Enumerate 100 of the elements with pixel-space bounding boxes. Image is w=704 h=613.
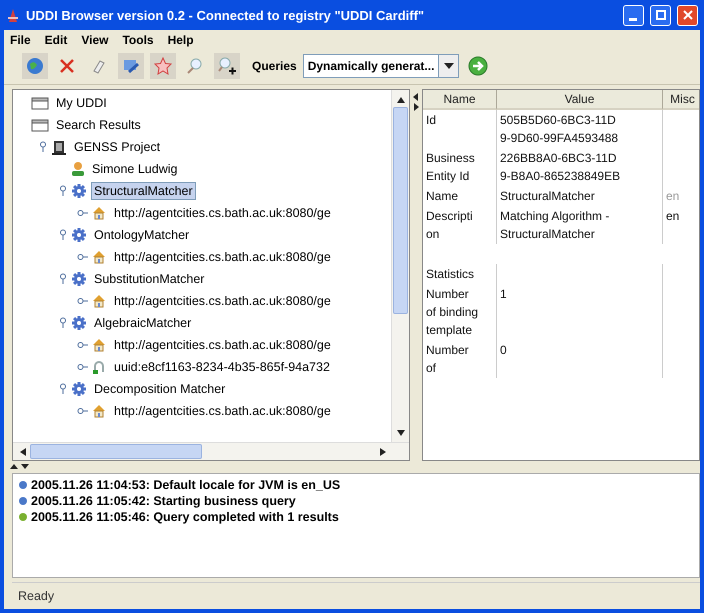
tree-item[interactable]: Decomposition Matcher <box>91 380 228 398</box>
zoom-in-button[interactable] <box>214 53 240 79</box>
tree-item[interactable]: http://agentcities.cs.bath.ac.uk:8080/ge <box>111 336 334 354</box>
maximize-button[interactable] <box>650 4 671 26</box>
tree-item[interactable]: Simone Ludwig <box>89 160 180 178</box>
log-message: 2005.11.26 11:05:46: Query completed with 1 results <box>31 510 339 524</box>
arrow-right-icon <box>468 56 488 76</box>
table-cell: 505B5D60-6BC3-11D 9-9D60-99FA4593488 <box>497 110 663 148</box>
queries-dropdown[interactable]: Dynamically generat... <box>302 54 460 78</box>
house-icon <box>91 249 107 265</box>
tree-item[interactable]: SubstitutionMatcher <box>91 270 208 288</box>
search-icon <box>186 57 204 75</box>
column-header[interactable]: Name <box>423 90 497 110</box>
gear-icon <box>71 183 87 199</box>
column-header[interactable]: Misc <box>663 90 699 110</box>
close-button[interactable] <box>677 4 698 26</box>
link-icon <box>91 359 107 375</box>
expanded-handle-icon[interactable] <box>57 229 69 241</box>
queries-label: Queries <box>252 59 297 73</box>
cross-icon <box>58 57 76 75</box>
scroll-left-icon[interactable] <box>18 448 26 456</box>
gear-icon <box>71 315 87 331</box>
menu-item[interactable]: View <box>81 33 108 47</box>
star-icon <box>153 56 173 76</box>
table-cell: en <box>663 186 699 206</box>
folder-icon <box>31 96 49 110</box>
table-cell: Descripti on <box>423 206 497 244</box>
expanded-handle-icon[interactable] <box>37 141 49 153</box>
tree-item[interactable]: Search Results <box>53 116 144 134</box>
tree-item[interactable]: My UDDI <box>53 94 110 112</box>
collapsed-handle-icon[interactable] <box>77 405 89 417</box>
table-cell: Name <box>423 186 497 206</box>
star-button[interactable] <box>150 53 176 79</box>
tree-item[interactable]: http://agentcities.cs.bath.ac.uk:8080/ge <box>111 292 334 310</box>
publish-button[interactable] <box>118 53 144 79</box>
gear-icon <box>71 381 87 397</box>
collapsed-handle-icon[interactable] <box>77 251 89 263</box>
window-title: UDDI Browser version 0.2 - Connected to registry "UDDI Cardiff" <box>26 8 426 22</box>
tree-item[interactable]: GENSS Project <box>71 138 164 156</box>
tree-item[interactable]: uuid:e8cf1163-8234-4b35-865f-94a732 <box>111 358 333 376</box>
scroll-up-icon[interactable] <box>396 94 404 102</box>
gear-icon <box>71 271 87 287</box>
status-text: Ready <box>18 589 54 603</box>
house-icon <box>91 403 107 419</box>
menu-item[interactable]: Help <box>168 33 194 47</box>
table-cell: StructuralMatcher <box>497 186 663 206</box>
menu-item[interactable]: File <box>10 33 31 47</box>
app-icon <box>6 7 20 23</box>
tree-item[interactable]: AlgebraicMatcher <box>91 314 194 332</box>
scroll-down-icon[interactable] <box>396 430 404 438</box>
tree-item[interactable]: OntologyMatcher <box>91 226 192 244</box>
close-icon <box>682 10 692 20</box>
globe-icon <box>25 56 45 76</box>
collapsed-handle-icon[interactable] <box>77 361 89 373</box>
table-cell: 226BB8A0-6BC3-11D 9-B8A0-865238849EB <box>497 148 663 186</box>
collapse-right-icon[interactable] <box>412 103 420 111</box>
scroll-right-icon[interactable] <box>380 448 388 456</box>
log-message: 2005.11.26 11:05:42: Starting business query <box>31 494 296 508</box>
globe-button[interactable] <box>22 53 48 79</box>
table-cell: Business Entity Id <box>423 148 497 186</box>
minimize-icon <box>628 18 636 20</box>
building-icon <box>51 139 67 155</box>
table-cell: Id <box>423 110 497 148</box>
collapsed-handle-icon[interactable] <box>77 207 89 219</box>
tree-item[interactable]: http://agentcities.cs.bath.ac.uk:8080/ge <box>111 204 334 222</box>
caret-icon <box>444 63 454 69</box>
collapsed-handle-icon[interactable] <box>77 295 89 307</box>
maximize-icon <box>656 10 666 20</box>
collapsed-handle-icon[interactable] <box>77 339 89 351</box>
tree-item[interactable]: http://agentcities.cs.bath.ac.uk:8080/ge <box>111 248 334 266</box>
minimize-button[interactable] <box>623 4 644 26</box>
gear-icon <box>71 227 87 243</box>
person-icon <box>71 161 85 177</box>
table-cell: Number of binding template <box>423 284 497 340</box>
menu-item[interactable]: Tools <box>122 33 154 47</box>
table-cell: 1 <box>497 284 663 340</box>
zoom-in-icon <box>217 56 237 76</box>
collapse-left-icon[interactable] <box>412 93 420 101</box>
table-cell: 0 <box>497 340 663 378</box>
dropdown-arrow-button[interactable] <box>438 55 458 77</box>
folder-icon <box>31 118 49 132</box>
table-cell: Matching Algorithm - StructuralMatcher <box>497 206 663 244</box>
expanded-handle-icon[interactable] <box>57 317 69 329</box>
log-message: 2005.11.26 11:04:53: Default locale for JVM is en_US <box>31 478 340 492</box>
expanded-handle-icon[interactable] <box>57 273 69 285</box>
expand-up-icon[interactable] <box>10 463 18 471</box>
tree-item[interactable]: http://agentcities.cs.bath.ac.uk:8080/ge <box>111 402 334 420</box>
menu-item[interactable]: Edit <box>44 33 68 47</box>
house-icon <box>91 337 107 353</box>
tree-item[interactable]: StructuralMatcher <box>91 182 196 200</box>
horizontal-scrollbar[interactable] <box>13 442 409 460</box>
expand-down-icon[interactable] <box>21 463 29 471</box>
expanded-handle-icon[interactable] <box>57 383 69 395</box>
house-icon <box>91 293 107 309</box>
vertical-scrollbar[interactable] <box>391 90 409 442</box>
house-icon <box>91 205 107 221</box>
column-header[interactable]: Value <box>497 90 663 110</box>
table-cell: en <box>663 206 699 244</box>
table-cell: Statistics <box>423 264 497 284</box>
expanded-handle-icon[interactable] <box>57 185 69 197</box>
